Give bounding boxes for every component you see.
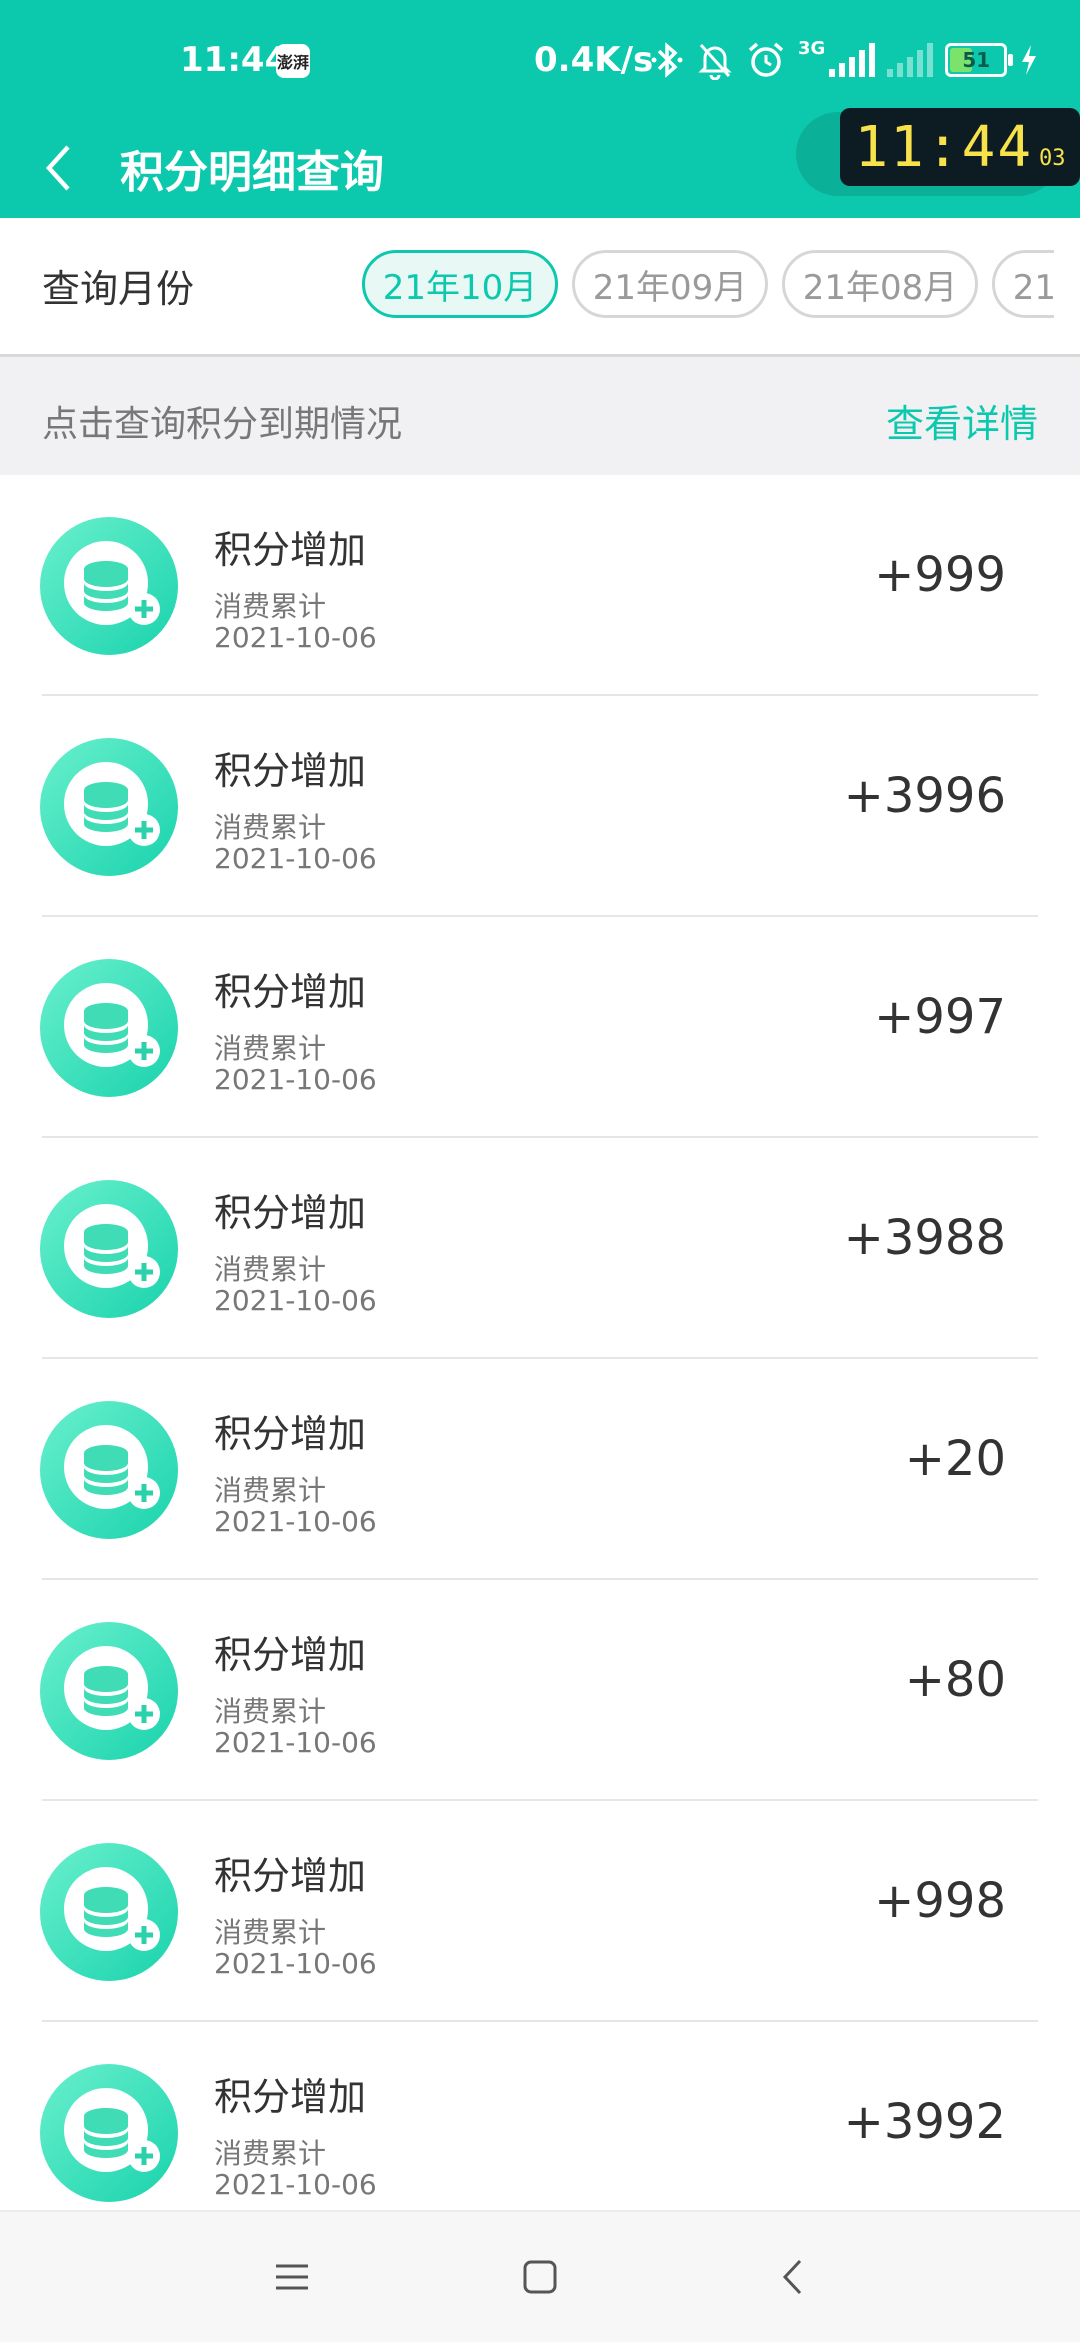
record-title: 积分增加 — [214, 1633, 367, 1677]
coin-stack-plus-icon — [64, 983, 160, 1067]
network-speed: 0.4K/s — [534, 40, 654, 80]
record-points: +3992 — [843, 2094, 1006, 2150]
record-points: +3996 — [843, 768, 1006, 824]
battery-icon: 51 — [945, 43, 1014, 77]
record-date: 2021-10-06 — [214, 621, 377, 654]
record-title: 积分增加 — [214, 1412, 367, 1456]
record-description: 消费累计 — [214, 2137, 327, 2170]
record-icon — [40, 1622, 178, 1760]
charging-icon — [1022, 45, 1037, 75]
month-chip-2021-07[interactable]: 21年07月 — [992, 250, 1054, 318]
menu-icon — [276, 2264, 308, 2290]
news-app-icon: 澎湃 — [276, 44, 310, 78]
system-navigation-bar — [0, 2210, 1080, 2342]
record-date: 2021-10-06 — [214, 1726, 377, 1759]
record-points: +20 — [904, 1431, 1006, 1487]
record-description: 消费累计 — [214, 1695, 327, 1728]
month-filter: 查询月份 21年10月 21年09月 21年08月 21年07月 — [0, 218, 1080, 357]
points-record-row[interactable]: 积分增加消费累计 2021-10-06 +997 — [0, 917, 1080, 1138]
record-date: 2021-10-06 — [214, 1284, 377, 1317]
record-points: +3988 — [843, 1210, 1006, 1266]
record-icon — [40, 1401, 178, 1539]
coin-stack-plus-icon — [64, 541, 160, 625]
month-chip-2021-08[interactable]: 21年08月 — [782, 250, 978, 318]
record-title: 积分增加 — [214, 749, 367, 793]
status-bar: 11:44 澎湃 0.4K/s 3G 51 — [0, 0, 1080, 118]
coin-stack-plus-icon — [64, 1867, 160, 1951]
record-date: 2021-10-06 — [214, 2168, 377, 2201]
home-square-icon — [523, 2260, 557, 2294]
chevron-left-icon — [45, 145, 70, 191]
clock-time: 11:44 — [854, 114, 1034, 180]
record-date: 2021-10-06 — [214, 1947, 377, 1980]
record-description: 消费累计 — [214, 590, 327, 623]
status-icons: 3G 51 — [650, 38, 1039, 82]
points-record-row[interactable]: 积分增加消费累计 2021-10-06 +3992 — [0, 2022, 1080, 2210]
bluetooth-icon — [651, 42, 683, 78]
view-details-link[interactable]: 查看详情 — [886, 393, 1038, 448]
month-chip-list: 21年10月 21年09月 21年08月 21年07月 — [362, 250, 1054, 324]
points-record-row[interactable]: 积分增加消费累计 2021-10-06 +80 — [0, 1580, 1080, 1801]
page-title: 积分明细查询 — [120, 147, 384, 198]
signal-strength-secondary-icon — [887, 43, 934, 77]
signal-strength-icon — [829, 43, 876, 77]
record-date: 2021-10-06 — [214, 842, 377, 875]
system-menu-button[interactable] — [262, 2252, 322, 2302]
back-button[interactable] — [28, 128, 88, 208]
record-points: +999 — [874, 547, 1006, 603]
alarm-icon — [748, 42, 784, 77]
points-record-list: 积分增加 消费累计 2021-10-06 +999 积分增加 消费累计 2021-10-06… — [0, 475, 1080, 2210]
record-title: 积分增加 — [214, 2075, 367, 2119]
status-time: 11:44 — [180, 40, 289, 80]
record-icon — [40, 517, 178, 655]
month-chip-2021-09[interactable]: 21年09月 — [572, 250, 768, 318]
expiry-hint-text: 点击查询积分到期情况 — [42, 404, 403, 445]
clock-seconds: 03 — [1039, 145, 1066, 171]
points-record-row[interactable]: 积分增加消费累计 2021-10-06 +999 — [0, 475, 1080, 696]
record-description: 消费累计 — [214, 1253, 327, 1286]
mute-bell-icon — [698, 43, 732, 80]
points-record-row[interactable]: 积分增加消费累计 2021-10-06 +3996 — [0, 696, 1080, 917]
record-title: 积分增加 — [214, 1191, 367, 1235]
coin-stack-plus-icon — [64, 1646, 160, 1730]
points-record-row[interactable]: 积分增加消费累计 2021-10-06 +20 — [0, 1359, 1080, 1580]
record-title: 积分增加 — [214, 1854, 367, 1898]
coin-stack-plus-icon — [64, 762, 160, 846]
record-description: 消费累计 — [214, 811, 327, 844]
record-icon — [40, 959, 178, 1097]
record-description: 消费累计 — [214, 1032, 327, 1065]
coin-stack-plus-icon — [64, 2088, 160, 2172]
record-icon — [40, 1180, 178, 1318]
points-expiry-bar: 点击查询积分到期情况 查看详情 — [0, 357, 1080, 475]
system-home-button[interactable] — [510, 2252, 570, 2302]
record-title: 积分增加 — [214, 970, 367, 1014]
battery-level: 51 — [962, 48, 991, 72]
record-icon — [40, 1843, 178, 1981]
record-points: +80 — [904, 1652, 1006, 1708]
record-title: 积分增加 — [214, 528, 367, 572]
points-record-row[interactable]: 积分增加消费累计 2021-10-06 +998 — [0, 1801, 1080, 2022]
coin-stack-plus-icon — [64, 1425, 160, 1509]
points-record-row[interactable]: 积分增加消费累计 2021-10-06 +3988 — [0, 1138, 1080, 1359]
month-chip-2021-10[interactable]: 21年10月 — [362, 250, 558, 318]
record-icon — [40, 738, 178, 876]
record-icon — [40, 2064, 178, 2202]
record-description: 消费累计 — [214, 1474, 327, 1507]
network-type: 3G — [798, 38, 826, 59]
system-back-button[interactable] — [762, 2252, 822, 2302]
record-date: 2021-10-06 — [214, 1505, 377, 1538]
floating-clock-widget[interactable]: 11:44 03 — [840, 108, 1080, 186]
record-points: +997 — [874, 989, 1006, 1045]
record-points: +998 — [874, 1873, 1006, 1929]
coin-stack-plus-icon — [64, 1204, 160, 1288]
back-chevron-icon — [782, 2259, 802, 2295]
record-description: 消费累计 — [214, 1916, 327, 1949]
record-date: 2021-10-06 — [214, 1063, 377, 1096]
month-filter-label: 查询月份 — [42, 267, 195, 311]
